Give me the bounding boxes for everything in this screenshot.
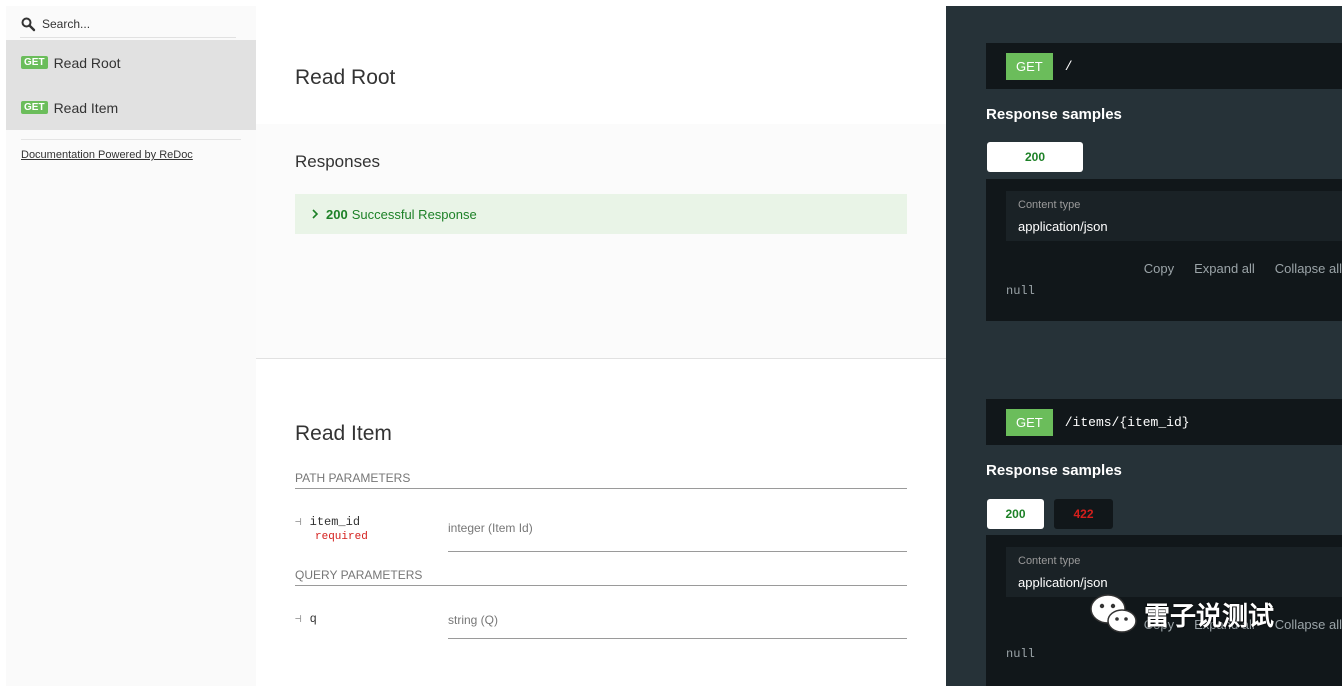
content-type-select[interactable]: Content type application/json [1006, 547, 1342, 597]
param-divider [448, 551, 907, 552]
response-description: Successful Response [351, 206, 477, 222]
collapse-all-button[interactable]: Collapse all [1275, 617, 1342, 632]
param-q: ⊣ q [295, 612, 317, 626]
method-badge: GET [21, 101, 48, 114]
content-type-label: Content type [1018, 199, 1081, 211]
sidebar-item-label: Read Item [53, 99, 119, 116]
content-type-value: application/json [1018, 219, 1108, 234]
query-parameters-heading: QUERY PARAMETERS [295, 568, 907, 586]
main-content: Read Root Responses 200 Successful Respo… [256, 6, 946, 686]
param-type: string (Q) [448, 613, 499, 627]
watermark-text: 雷子说测试 [1144, 601, 1275, 632]
http-method-badge: GET [1006, 52, 1053, 80]
endpoint-path: /items/{item_id} [1064, 414, 1190, 430]
method-badge: GET [21, 56, 48, 69]
search-bar [20, 10, 236, 38]
search-input[interactable] [42, 16, 222, 31]
search-icon [21, 17, 36, 31]
response-samples-title: Response samples [986, 106, 1122, 123]
wechat-icon [1090, 594, 1137, 633]
copy-button[interactable]: Copy [1144, 261, 1174, 276]
watermark: 雷子说测试 [1088, 592, 1274, 636]
param-type: integer (Item Id) [448, 521, 533, 535]
redoc-page: GET Read Root GET Read Item Documentatio… [6, 6, 1342, 686]
param-divider [448, 638, 907, 639]
operation-title-read-root: Read Root [295, 66, 396, 89]
param-required: required [315, 531, 368, 543]
path-parameters-heading: PATH PARAMETERS [295, 471, 907, 489]
expand-all-button[interactable]: Expand all [1194, 261, 1255, 276]
endpoint-path: / [1064, 58, 1073, 74]
tab-200[interactable]: 200 [987, 142, 1083, 172]
powered-by-link[interactable]: Documentation Powered by ReDoc [21, 149, 193, 161]
sidebar-item-read-root[interactable]: GET Read Root [6, 40, 256, 85]
section-divider [256, 358, 946, 359]
response-samples-title: Response samples [986, 462, 1122, 479]
param-item-id: ⊣ item_id required [295, 515, 368, 543]
http-method-badge: GET [1006, 408, 1053, 436]
endpoint-read-item[interactable]: GET /items/{item_id} [986, 399, 1342, 445]
response-200-toggle[interactable]: 200 Successful Response [295, 194, 907, 234]
sidebar-divider [21, 139, 241, 140]
samples-panel: GET / Response samples 200 Content type … [946, 6, 1342, 686]
tree-line-icon: ⊣ [295, 612, 302, 625]
tab-422[interactable]: 422 [1054, 499, 1113, 529]
sidebar-nav: GET Read Root GET Read Item [6, 40, 256, 130]
param-name: q [309, 612, 317, 626]
tree-line-icon: ⊣ [295, 515, 302, 528]
tab-200[interactable]: 200 [987, 499, 1044, 529]
content-type-label: Content type [1018, 555, 1081, 567]
chevron-right-icon [312, 209, 319, 219]
sidebar-item-read-item[interactable]: GET Read Item [6, 85, 256, 130]
responses-heading: Responses [295, 152, 381, 171]
operation-title-read-item: Read Item [295, 422, 392, 445]
response-sample-box: Content type application/json Copy Expan… [986, 179, 1342, 321]
sample-actions: Copy Expand all Collapse all [1144, 261, 1342, 276]
sample-null-value: null [1006, 647, 1035, 661]
sample-null-value: null [1006, 284, 1035, 298]
content-type-select[interactable]: Content type application/json [1006, 191, 1342, 241]
sidebar: GET Read Root GET Read Item Documentatio… [6, 6, 256, 686]
endpoint-read-root[interactable]: GET / [986, 43, 1342, 89]
response-code: 200 [326, 206, 348, 222]
param-name: item_id [309, 515, 361, 529]
collapse-all-button[interactable]: Collapse all [1275, 261, 1342, 276]
sidebar-item-label: Read Root [53, 54, 121, 71]
content-type-value: application/json [1018, 575, 1108, 590]
